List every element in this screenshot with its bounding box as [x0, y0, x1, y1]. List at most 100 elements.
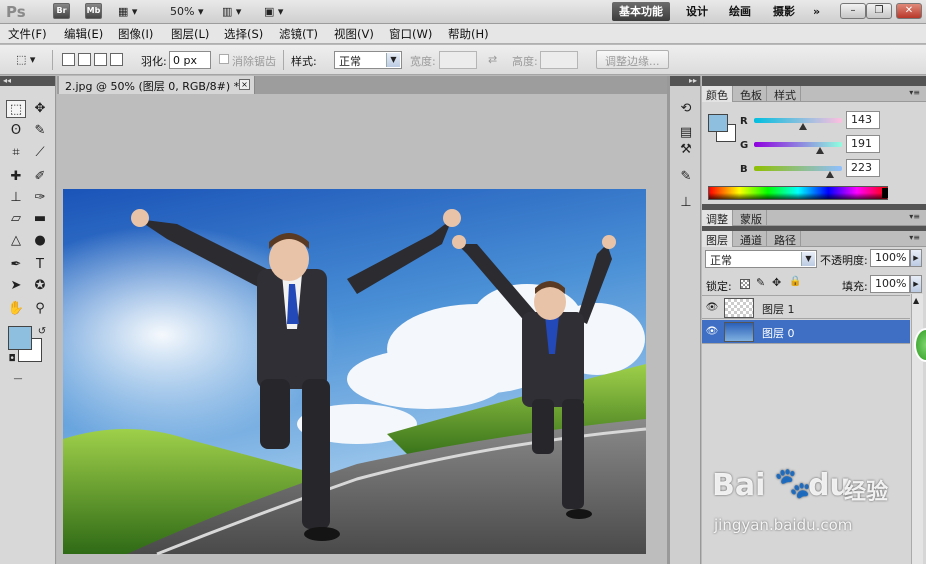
minimize-button[interactable]: –: [840, 3, 866, 19]
menu-layer[interactable]: 图层(L): [171, 26, 209, 42]
blur-tool[interactable]: △: [6, 232, 26, 250]
marquee-preset-icon[interactable]: ⬚ ▾: [16, 52, 35, 67]
green-slider[interactable]: [754, 142, 842, 147]
blend-mode-select[interactable]: 正常 ▼: [705, 250, 817, 268]
zoom-tool[interactable]: ⚲: [30, 300, 50, 318]
workspace-photography[interactable]: 摄影: [766, 2, 802, 21]
opacity-arrow-icon[interactable]: ▶: [910, 249, 922, 267]
style-select[interactable]: 正常 ▼: [334, 51, 402, 69]
height-input[interactable]: [540, 51, 578, 69]
tab-layers[interactable]: 图层: [702, 231, 733, 247]
mini-bridge-panel-icon[interactable]: ▤: [677, 124, 695, 142]
opacity-field[interactable]: 100%: [870, 249, 910, 267]
antialias-checkbox[interactable]: [219, 54, 229, 64]
workspace-design[interactable]: 设计: [679, 2, 715, 21]
more-workspaces-icon[interactable]: »: [806, 2, 827, 21]
red-slider[interactable]: [754, 118, 842, 123]
layer-name[interactable]: 图层 1: [762, 301, 795, 317]
collapse-icon[interactable]: ◂◂: [0, 76, 55, 86]
crop-tool[interactable]: ⌗: [6, 144, 26, 162]
dodge-tool[interactable]: ●: [30, 232, 50, 250]
hand-tool[interactable]: ✋: [6, 300, 26, 318]
layer-row-selected[interactable]: 👁 图层 0: [702, 320, 910, 344]
screen-mode-icon[interactable]: ▣ ▾: [264, 4, 283, 19]
lasso-tool[interactable]: ʘ: [6, 122, 26, 140]
eyedropper-tool[interactable]: ⟋: [30, 144, 50, 162]
tab-swatches[interactable]: 色板: [736, 86, 767, 102]
close-window-button[interactable]: ✕: [896, 3, 922, 19]
tab-styles[interactable]: 样式: [770, 86, 801, 102]
panel-menu-icon[interactable]: ▾≡: [909, 233, 920, 242]
red-value-field[interactable]: 143: [846, 111, 880, 129]
green-slider-thumb[interactable]: [816, 147, 824, 154]
workspace-essentials[interactable]: 基本功能: [612, 2, 670, 21]
menu-window[interactable]: 窗口(W): [389, 26, 432, 42]
tab-color[interactable]: 颜色: [702, 86, 733, 102]
close-icon[interactable]: ×: [239, 79, 250, 90]
tool-presets-icon[interactable]: ⚒: [677, 141, 695, 159]
fill-field[interactable]: 100%: [870, 275, 910, 293]
workspace-painting[interactable]: 绘画: [722, 2, 758, 21]
tab-adjustments[interactable]: 调整: [702, 210, 733, 226]
view-extras-icon[interactable]: ▦ ▾: [118, 4, 137, 19]
eye-icon[interactable]: 👁: [705, 301, 719, 315]
eraser-tool[interactable]: ▱: [6, 210, 26, 228]
default-colors-icon[interactable]: ◘: [2, 350, 22, 368]
menu-edit[interactable]: 编辑(E): [64, 26, 103, 42]
document-tab[interactable]: 2.jpg @ 50% (图层 0, RGB/8#) * ×: [59, 76, 255, 94]
history-panel-icon[interactable]: ⟲: [677, 100, 695, 118]
menu-image[interactable]: 图像(I): [118, 26, 153, 42]
clone-stamp-tool[interactable]: ⊥: [6, 189, 26, 207]
collapse-icon[interactable]: ▸▸: [670, 76, 700, 86]
new-selection-icon[interactable]: [62, 53, 75, 66]
quick-mask-icon[interactable]: —: [8, 370, 28, 388]
menu-filter[interactable]: 滤镜(T): [279, 26, 318, 42]
subtract-selection-icon[interactable]: [94, 53, 107, 66]
document-canvas[interactable]: [57, 94, 667, 564]
green-value-field[interactable]: 191: [846, 135, 880, 153]
red-slider-thumb[interactable]: [799, 123, 807, 130]
blue-slider-thumb[interactable]: [826, 171, 834, 178]
layer-name[interactable]: 图层 0: [762, 325, 795, 341]
panel-menu-icon[interactable]: ▾≡: [909, 88, 920, 97]
add-selection-icon[interactable]: [78, 53, 91, 66]
healing-brush-tool[interactable]: ✚: [6, 168, 26, 186]
lock-position-icon[interactable]: ✥: [772, 276, 781, 289]
quick-selection-tool[interactable]: ✎: [30, 122, 50, 140]
feather-input[interactable]: [169, 51, 211, 69]
menu-file[interactable]: 文件(F): [8, 26, 47, 42]
eye-icon[interactable]: 👁: [705, 325, 719, 339]
color-spectrum-bar[interactable]: [708, 186, 888, 200]
lock-transparency-icon[interactable]: [740, 279, 750, 289]
clone-source-icon[interactable]: ⊥: [677, 194, 695, 212]
pen-tool[interactable]: ✒: [6, 256, 26, 274]
shape-tool[interactable]: ✪: [30, 277, 50, 295]
tab-channels[interactable]: 通道: [736, 231, 767, 247]
lock-all-icon[interactable]: 🔒: [789, 276, 801, 287]
fill-arrow-icon[interactable]: ▶: [910, 275, 922, 293]
swap-colors-icon[interactable]: ↺: [32, 323, 52, 341]
menu-help[interactable]: 帮助(H): [448, 26, 489, 42]
mini-bridge-icon[interactable]: Mb: [85, 3, 102, 19]
lock-image-icon[interactable]: ✎: [756, 276, 765, 289]
refine-edge-button[interactable]: 调整边缘...: [596, 50, 669, 69]
width-input[interactable]: [439, 51, 477, 69]
rectangular-marquee-tool[interactable]: ⬚: [6, 100, 26, 118]
move-tool[interactable]: ✥: [30, 100, 50, 118]
black-swatch[interactable]: [882, 188, 888, 198]
foreground-color-swatch[interactable]: [8, 326, 32, 350]
tab-paths[interactable]: 路径: [770, 231, 801, 247]
swap-icon[interactable]: ⇄: [488, 53, 497, 66]
menu-view[interactable]: 视图(V): [334, 26, 374, 42]
history-brush-tool[interactable]: ✑: [30, 189, 50, 207]
scroll-up-icon[interactable]: ▲: [913, 296, 919, 305]
menu-select[interactable]: 选择(S): [224, 26, 263, 42]
arrange-documents-icon[interactable]: ▥ ▾: [222, 4, 241, 19]
brush-tool[interactable]: ✐: [30, 168, 50, 186]
canvas-area[interactable]: [57, 94, 667, 564]
restore-button[interactable]: ❐: [866, 3, 892, 19]
layer-row[interactable]: 👁 图层 1: [702, 295, 910, 319]
color-foreground-swatch[interactable]: [708, 114, 728, 132]
zoom-level-select[interactable]: 50% ▾: [170, 4, 203, 19]
tab-masks[interactable]: 蒙版: [736, 210, 767, 226]
